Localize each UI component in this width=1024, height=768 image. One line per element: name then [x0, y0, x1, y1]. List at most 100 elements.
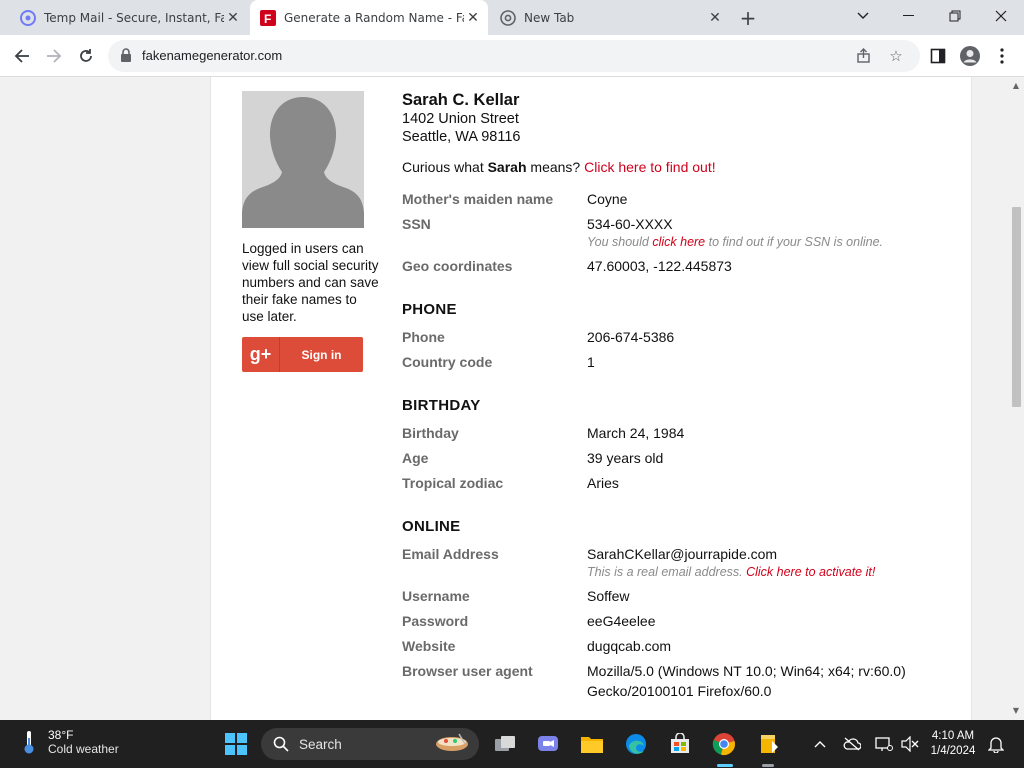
- bookmark-star-icon[interactable]: ☆: [886, 46, 906, 66]
- curious-prefix: Curious what: [402, 159, 488, 175]
- tab-title: Temp Mail - Secure, Instant, Fast: [44, 10, 224, 25]
- task-view-icon[interactable]: [489, 728, 521, 760]
- close-tab-icon[interactable]: ✕: [224, 9, 242, 27]
- phone-heading: PHONE: [402, 301, 457, 318]
- google-plus-icon: g+: [242, 337, 280, 372]
- weather-temperature: 38°F: [48, 728, 74, 742]
- fakename-favicon-icon: F: [260, 9, 276, 26]
- tab-strip: Temp Mail - Secure, Instant, Fast ✕ F Ge…: [0, 0, 1024, 35]
- field-label: Password: [402, 613, 469, 629]
- close-window-button[interactable]: [978, 0, 1024, 32]
- scroll-up-arrow-icon[interactable]: ▲: [1011, 81, 1021, 91]
- field-value: Coyne: [587, 191, 628, 207]
- url-text[interactable]: fakenamegenerator.com: [142, 48, 282, 63]
- microsoft-store-icon[interactable]: [664, 728, 696, 760]
- signin-label: Sign in: [301, 347, 342, 362]
- chrome-taskbar-icon[interactable]: [708, 728, 740, 760]
- side-panel-icon[interactable]: [924, 42, 952, 70]
- field-label: Country code: [402, 354, 493, 370]
- password-row: Password eeG4eelee: [402, 612, 962, 630]
- identity-details: Sarah C. Kellar 1402 Union Street Seattl…: [402, 91, 962, 700]
- activate-email-link[interactable]: Click here to activate it!: [746, 565, 875, 579]
- notepad-files-icon[interactable]: [752, 728, 784, 760]
- weather-description: Cold weather: [48, 742, 119, 756]
- geo-row: Geo coordinates 47.60003, -122.445873: [402, 257, 962, 275]
- edge-browser-icon[interactable]: [620, 728, 652, 760]
- share-icon[interactable]: [854, 46, 874, 66]
- start-windows-icon[interactable]: [220, 728, 252, 760]
- name-meaning-line: Curious what Sarah means? Click here to …: [402, 158, 962, 176]
- system-clock[interactable]: 4:10 AM 1/4/2024: [922, 729, 984, 759]
- user-agent-row: Browser user agent Mozilla/5.0 (Windows …: [402, 662, 962, 700]
- age-row: Age 39 years old: [402, 449, 962, 467]
- clock-time: 4:10 AM: [931, 730, 975, 742]
- tab-temp-mail[interactable]: Temp Mail - Secure, Instant, Fast ✕: [0, 0, 248, 35]
- street-address: 1402 Union Street: [402, 111, 519, 127]
- tab-search-chevron-icon[interactable]: [840, 0, 886, 32]
- network-display-icon[interactable]: [874, 734, 894, 754]
- tab-title: Generate a Random Name - Fake: [284, 10, 464, 25]
- field-label: Username: [402, 588, 470, 604]
- notification-bell-icon[interactable]: [986, 734, 1006, 754]
- username-row: Username Soffew: [402, 587, 962, 605]
- volume-muted-icon[interactable]: [900, 734, 920, 754]
- browser-toolbar: fakenamegenerator.com ☆: [0, 35, 1024, 77]
- birthday-heading: BIRTHDAY: [402, 397, 481, 414]
- search-icon: [273, 736, 289, 752]
- tab-title: New Tab: [524, 10, 575, 25]
- field-label: Browser user agent: [402, 663, 533, 679]
- city-state-zip: Seattle, WA 98116: [402, 129, 521, 145]
- profile-avatar-icon[interactable]: [956, 42, 984, 70]
- forward-button[interactable]: [40, 42, 68, 70]
- menu-kebab-icon[interactable]: [988, 42, 1016, 70]
- email-value-block: SarahCKellar@jourrapide.com This is a re…: [587, 545, 962, 581]
- search-label: Search: [299, 736, 342, 752]
- email-row: Email Address SarahCKellar@jourrapide.co…: [402, 545, 962, 581]
- field-label: Geo coordinates: [402, 258, 513, 274]
- files-running-indicator: [762, 764, 774, 767]
- website-row: Website dugqcab.com: [402, 637, 962, 655]
- email-note-prefix: This is a real email address.: [587, 565, 747, 579]
- tab-new-tab[interactable]: New Tab ✕: [490, 0, 730, 35]
- tray-overflow-chevron-icon[interactable]: [810, 734, 830, 754]
- scroll-down-arrow-icon[interactable]: ▼: [1011, 706, 1021, 716]
- weather-widget[interactable]: 38°F Cold weather: [18, 728, 119, 756]
- back-button[interactable]: [8, 42, 36, 70]
- minimize-button[interactable]: [886, 0, 932, 32]
- ssn-note: You should click here to find out if you…: [587, 233, 962, 251]
- curious-name: Sarah: [487, 159, 527, 175]
- reload-button[interactable]: [72, 42, 100, 70]
- name-meaning-link[interactable]: Click here to find out!: [584, 159, 716, 175]
- chrome-favicon-icon: [500, 9, 516, 26]
- field-value: dugqcab.com: [587, 638, 672, 654]
- geo-coordinates-link[interactable]: 47.60003, -122.445873: [587, 257, 962, 275]
- close-tab-icon[interactable]: ✕: [464, 9, 482, 27]
- close-tab-icon[interactable]: ✕: [706, 9, 724, 27]
- address-bar[interactable]: fakenamegenerator.com ☆: [108, 40, 920, 72]
- restore-button[interactable]: [932, 0, 978, 32]
- field-value: March 24, 1984: [587, 425, 685, 441]
- temp-mail-favicon-icon: [20, 9, 36, 26]
- field-value: 1: [587, 354, 595, 370]
- windows-taskbar: 38°F Cold weather Search 4:10 AM 1/4/202…: [0, 720, 1024, 768]
- clock-date: 1/4/2024: [930, 745, 976, 757]
- ssn-check-link[interactable]: click here: [652, 235, 705, 249]
- google-plus-signin-button[interactable]: g+ Sign in: [242, 337, 363, 372]
- lock-icon[interactable]: [120, 48, 134, 64]
- basic-fields: Mother's maiden name Coyne SSN 534-60-XX…: [402, 190, 962, 275]
- tab-fake-name-generator[interactable]: F Generate a Random Name - Fake ✕: [250, 0, 488, 35]
- field-value: 39 years old: [587, 450, 664, 466]
- file-explorer-icon[interactable]: [576, 728, 608, 760]
- vertical-scrollbar[interactable]: ▲ ▼: [1008, 77, 1024, 720]
- field-value: Mozilla/5.0 (Windows NT 10.0; Win64; x64…: [587, 663, 906, 679]
- field-value: Aries: [587, 475, 619, 491]
- onedrive-cloud-icon[interactable]: [842, 734, 862, 754]
- field-label: SSN: [402, 216, 431, 232]
- scrollbar-thumb[interactable]: [1012, 207, 1021, 407]
- email-note: This is a real email address. Click here…: [587, 563, 962, 581]
- birthday-row: Birthday March 24, 1984: [402, 424, 962, 442]
- taskbar-search-box[interactable]: Search: [261, 728, 479, 760]
- teams-chat-icon[interactable]: [532, 728, 564, 760]
- new-tab-button[interactable]: +: [736, 6, 760, 30]
- field-value: 206-674-5386: [587, 329, 675, 345]
